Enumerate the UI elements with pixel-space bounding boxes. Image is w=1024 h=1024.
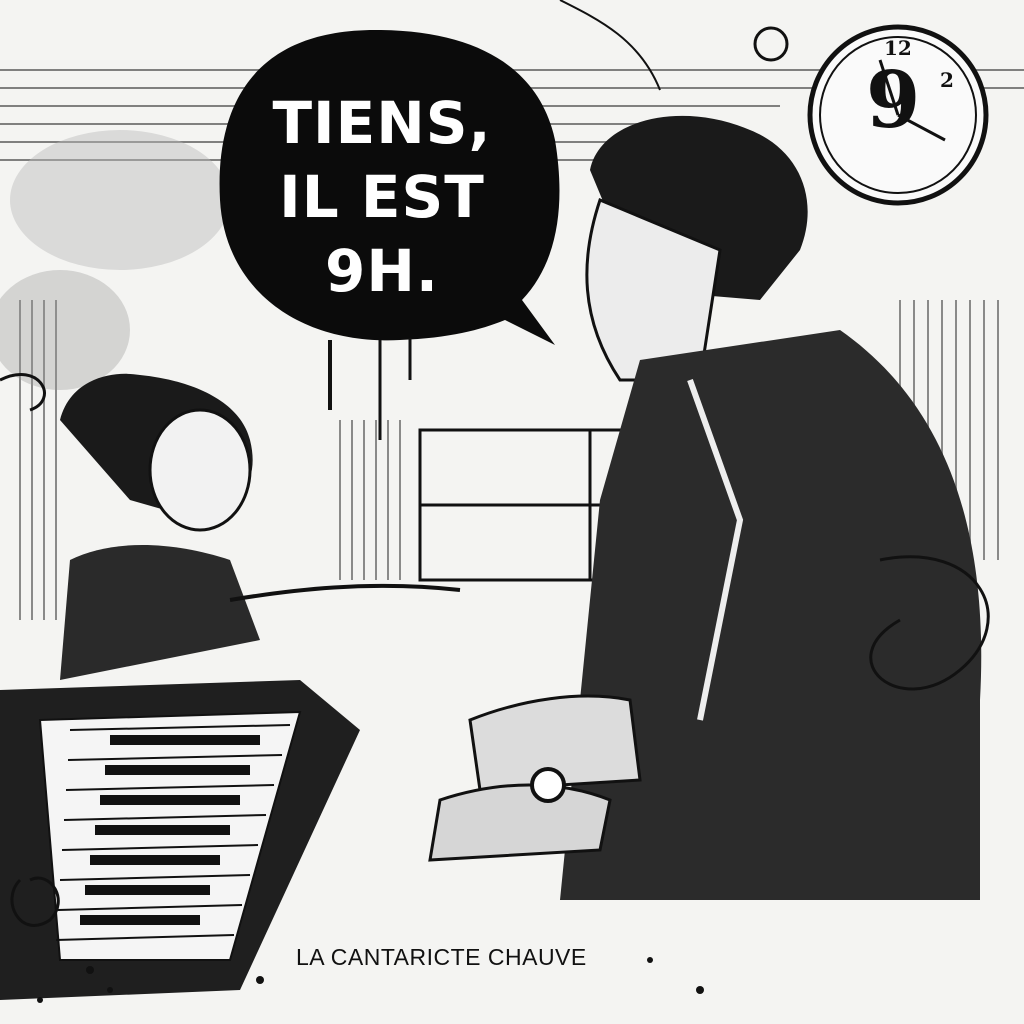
ink-smudge [0, 270, 130, 390]
clock-numeral-2: 2 [940, 68, 954, 92]
speech-bubble-text: TIENS, IL EST 9H. [232, 86, 532, 308]
flourish-line [559, 0, 661, 91]
circle-ornament [753, 26, 789, 62]
speech-line-1: TIENS, [272, 89, 492, 157]
caption-title: LA CANTARICTE CHAUVE [296, 944, 587, 970]
ink-smudge [10, 130, 230, 270]
illustration-canvas: 12 2 9 TIENS, IL EST 9H. LA CANTARICTE C… [0, 0, 1024, 1024]
speech-line-2: IL EST [279, 163, 485, 231]
speech-line-3: 9H. [325, 237, 439, 305]
clock-numeral-9: 9 [866, 55, 921, 146]
